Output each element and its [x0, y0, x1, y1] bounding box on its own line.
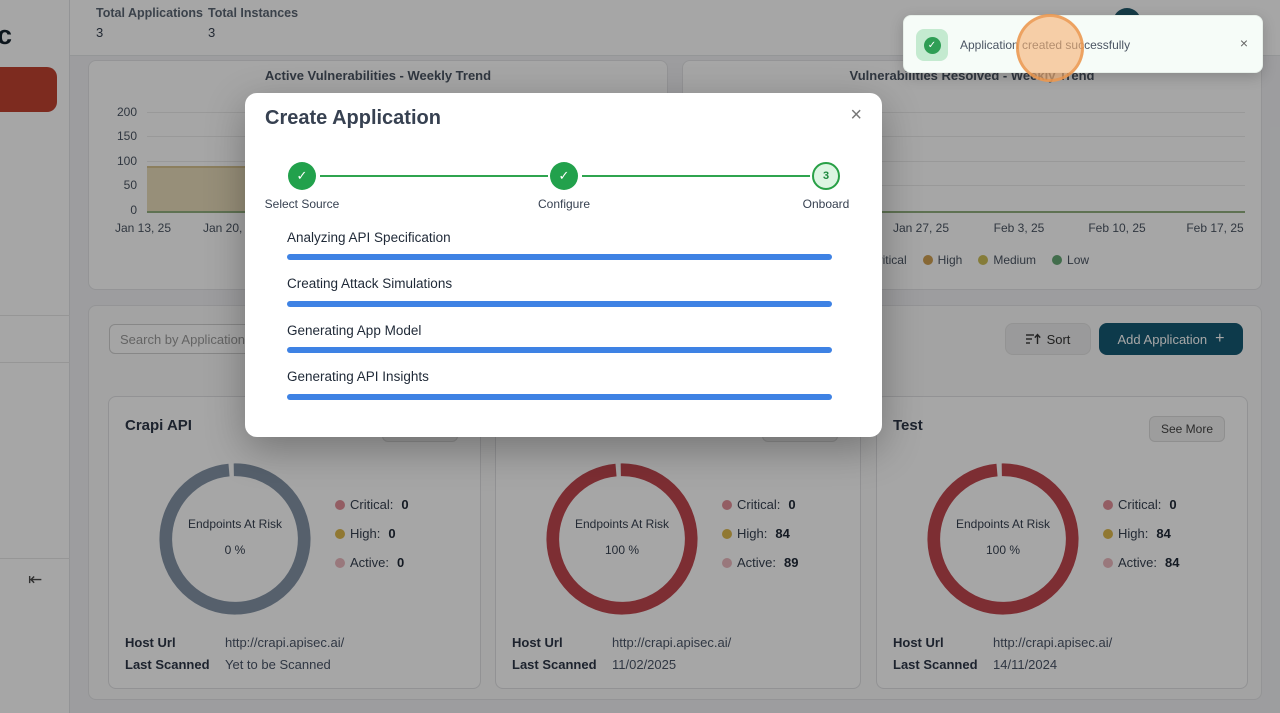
step-connector	[320, 175, 548, 177]
task-label: Analyzing API Specification	[287, 230, 451, 245]
step-label-select-source: Select Source	[242, 197, 362, 211]
modal-title: Create Application	[265, 107, 441, 130]
step-label-onboard: Onboard	[766, 197, 886, 211]
task-progress-bar	[287, 301, 832, 307]
modal-close-icon[interactable]: ×	[850, 105, 862, 125]
create-application-modal: Create Application × ✓ ✓ 3 Select Source…	[245, 93, 882, 437]
check-icon: ✓	[297, 168, 308, 184]
success-check-icon: ✓	[924, 37, 941, 54]
toast-close-icon[interactable]: ×	[1240, 36, 1248, 50]
click-highlight-annotation	[1016, 14, 1084, 82]
task-progress-bar	[287, 254, 832, 260]
step-configure-indicator: ✓	[550, 162, 578, 190]
task-label: Creating Attack Simulations	[287, 276, 452, 291]
task-label: Generating App Model	[287, 323, 421, 338]
app-root: c ⇤ Total Applications 3 Total Instances…	[0, 0, 1280, 713]
step-label-configure: Configure	[504, 197, 624, 211]
toast-icon-box: ✓	[916, 29, 948, 61]
task-progress-bar	[287, 394, 832, 400]
step-select-source-indicator: ✓	[288, 162, 316, 190]
task-progress-bar	[287, 347, 832, 353]
check-icon: ✓	[559, 168, 570, 184]
step-number: 3	[823, 170, 829, 182]
step-connector	[582, 175, 810, 177]
step-onboard-indicator: 3	[812, 162, 840, 190]
task-label: Generating API Insights	[287, 369, 429, 384]
